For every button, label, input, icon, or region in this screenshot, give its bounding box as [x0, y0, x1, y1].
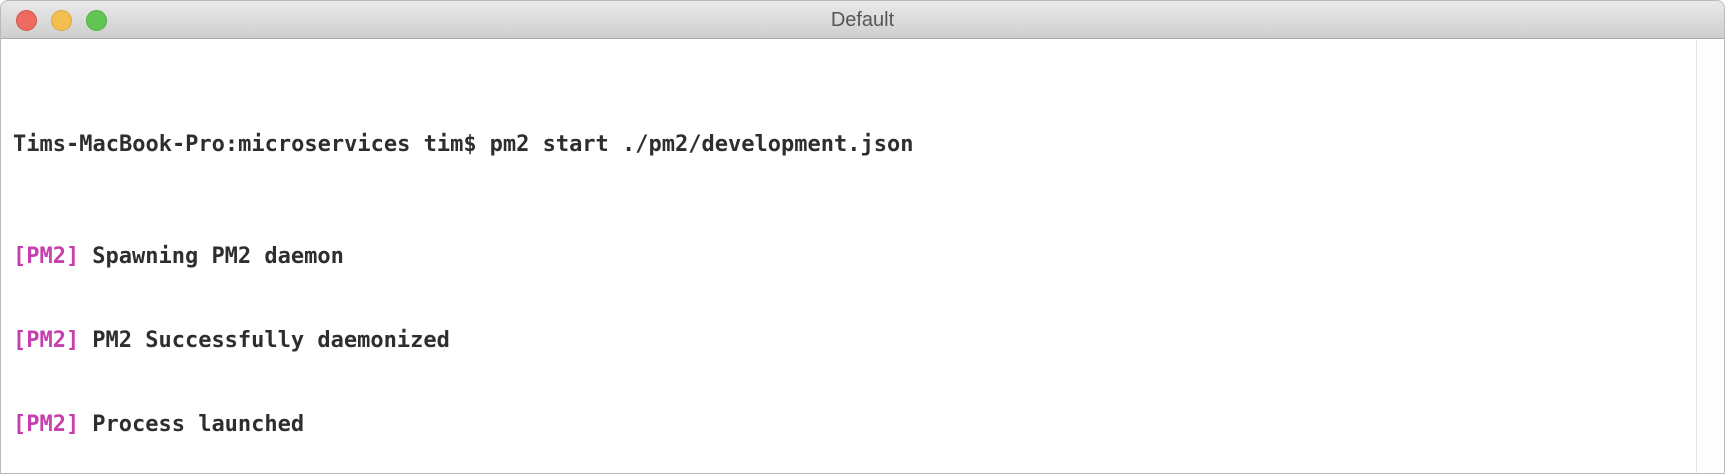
typed-command: pm2 start ./pm2/development.json: [490, 132, 914, 157]
command-line: Tims-MacBook-Pro:microservices tim$ pm2 s…: [13, 131, 1684, 159]
shell-prompt: Tims-MacBook-Pro:microservices tim$: [13, 132, 477, 157]
pm2-tag: [PM2]: [13, 412, 79, 437]
log-line: [PM2] Process launched: [13, 411, 1684, 439]
log-message: PM2 Successfully daemonized: [92, 328, 450, 353]
log-message: Process launched: [92, 412, 304, 437]
pm2-tag: [PM2]: [13, 328, 79, 353]
terminal-screen[interactable]: Tims-MacBook-Pro:microservices tim$ pm2 s…: [1, 39, 1724, 474]
pm2-tag: [PM2]: [13, 244, 79, 269]
log-line: [PM2] PM2 Successfully daemonized: [13, 327, 1684, 355]
log-message: Spawning PM2 daemon: [92, 244, 344, 269]
title-bar[interactable]: Default: [1, 1, 1724, 39]
scrollbar[interactable]: [1696, 40, 1724, 473]
window-title: Default: [1, 1, 1724, 39]
terminal-window: Default Tims-MacBook-Pro:microservices t…: [0, 0, 1725, 474]
log-line: [PM2] Spawning PM2 daemon: [13, 243, 1684, 271]
